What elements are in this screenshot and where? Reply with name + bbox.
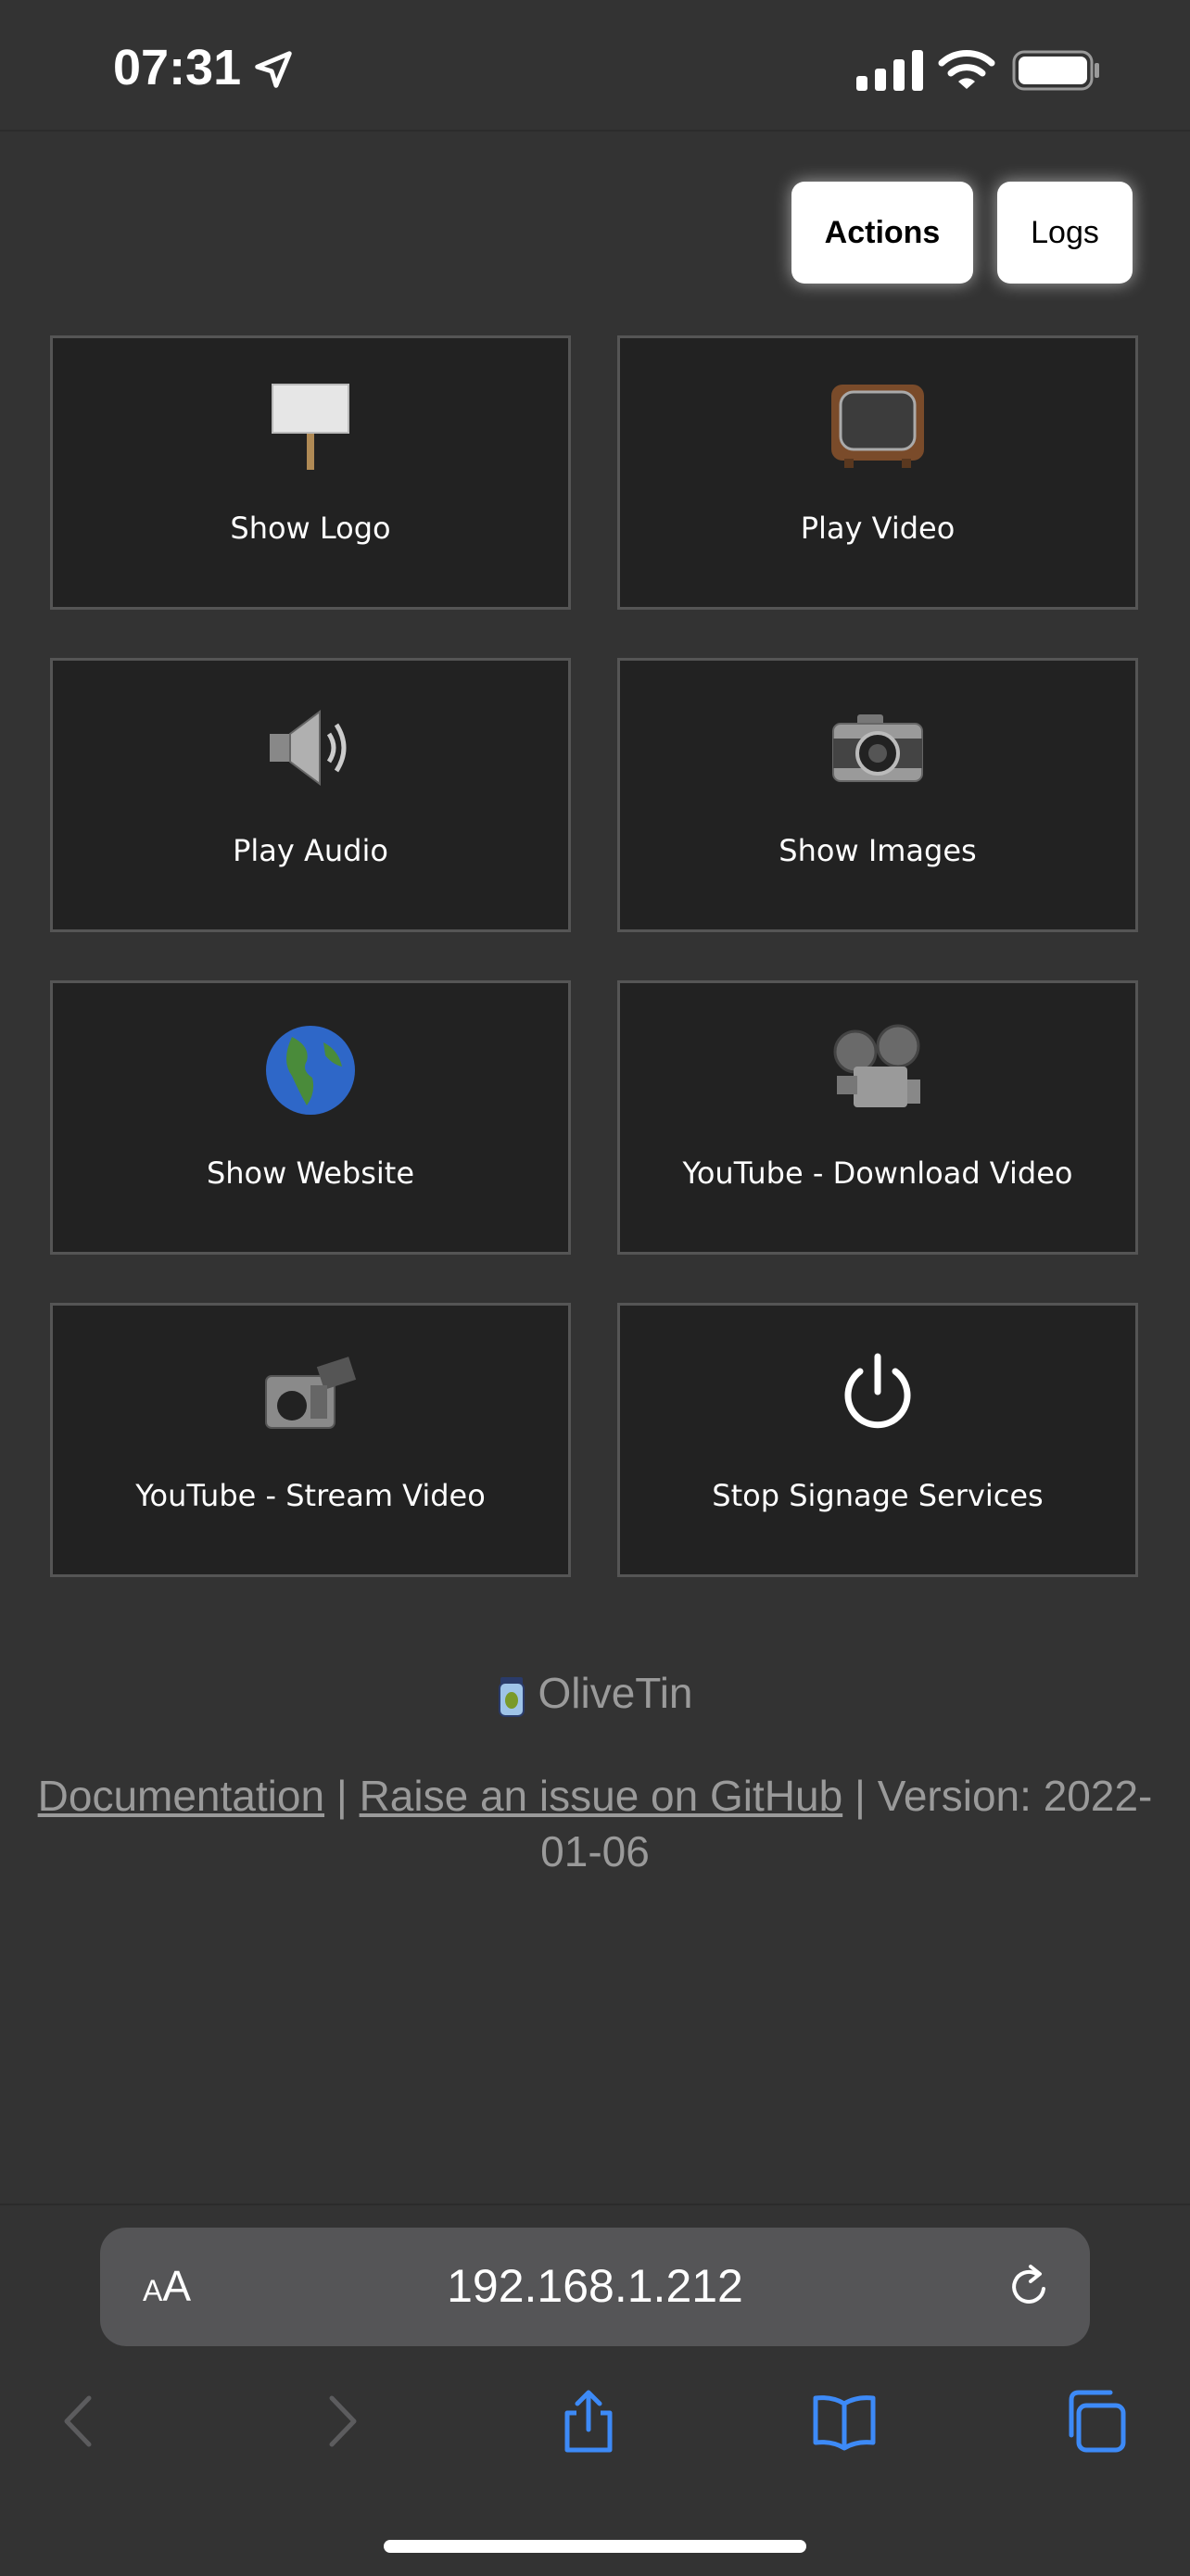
globe-icon (53, 1024, 568, 1117)
separator: | (324, 1772, 360, 1820)
power-icon (620, 1346, 1135, 1439)
tab-logs[interactable]: Logs (997, 182, 1133, 284)
tab-actions[interactable]: Actions (791, 182, 973, 284)
brand-name: OliveTin (538, 1669, 693, 1717)
speaker-icon (53, 701, 568, 794)
cellular-signal-icon (856, 50, 923, 91)
action-youtube-stream-video-button[interactable]: YouTube - Stream Video (50, 1303, 571, 1577)
share-icon[interactable] (554, 2387, 623, 2456)
action-label: Show Images (779, 833, 977, 868)
documentation-link[interactable]: Documentation (38, 1772, 324, 1820)
footer-brand: OliveTin (0, 1668, 1190, 1718)
action-label: Show Website (206, 1155, 415, 1191)
television-icon (620, 379, 1135, 472)
back-icon[interactable] (46, 2387, 115, 2456)
separator: | (842, 1772, 878, 1820)
footer-links: Documentation | Raise an issue on GitHub… (0, 1768, 1190, 1879)
bookmarks-icon[interactable] (810, 2387, 879, 2456)
action-show-images-button[interactable]: Show Images (617, 658, 1138, 932)
action-label: YouTube - Download Video (682, 1155, 1073, 1191)
action-stop-signage-services-button[interactable]: Stop Signage Services (617, 1303, 1138, 1577)
action-show-website-button[interactable]: Show Website (50, 980, 571, 1255)
location-arrow-icon (255, 51, 292, 88)
status-time: 07:31 (113, 40, 242, 95)
tabs-icon[interactable] (1060, 2387, 1129, 2456)
action-label: Play Video (800, 511, 956, 546)
camera-icon (620, 701, 1135, 794)
url-text[interactable]: 192.168.1.212 (100, 2259, 1090, 2313)
raise-issue-link[interactable]: Raise an issue on GitHub (360, 1772, 843, 1820)
action-label: YouTube - Stream Video (135, 1478, 486, 1513)
action-label: Play Audio (233, 833, 388, 868)
video-camera-icon (53, 1346, 568, 1439)
action-youtube-download-video-button[interactable]: YouTube - Download Video (617, 980, 1138, 1255)
battery-icon (1012, 50, 1099, 91)
wifi-icon (938, 50, 995, 89)
version-text-cont: 01-06 (540, 1827, 650, 1875)
forward-icon[interactable] (306, 2387, 374, 2456)
action-play-video-button[interactable]: Play Video (617, 335, 1138, 610)
placard-icon (53, 379, 568, 472)
home-indicator (384, 2540, 806, 2553)
action-play-audio-button[interactable]: Play Audio (50, 658, 571, 932)
action-label: Stop Signage Services (712, 1478, 1044, 1513)
olive-jar-icon (498, 1676, 525, 1717)
action-show-logo-button[interactable]: Show Logo (50, 335, 571, 610)
version-text: Version: 2022- (877, 1772, 1153, 1820)
action-label: Show Logo (230, 511, 391, 546)
film-projector-icon (620, 1024, 1135, 1117)
status-bar: 07:31 (0, 0, 1190, 132)
reload-icon[interactable] (1003, 2261, 1055, 2313)
